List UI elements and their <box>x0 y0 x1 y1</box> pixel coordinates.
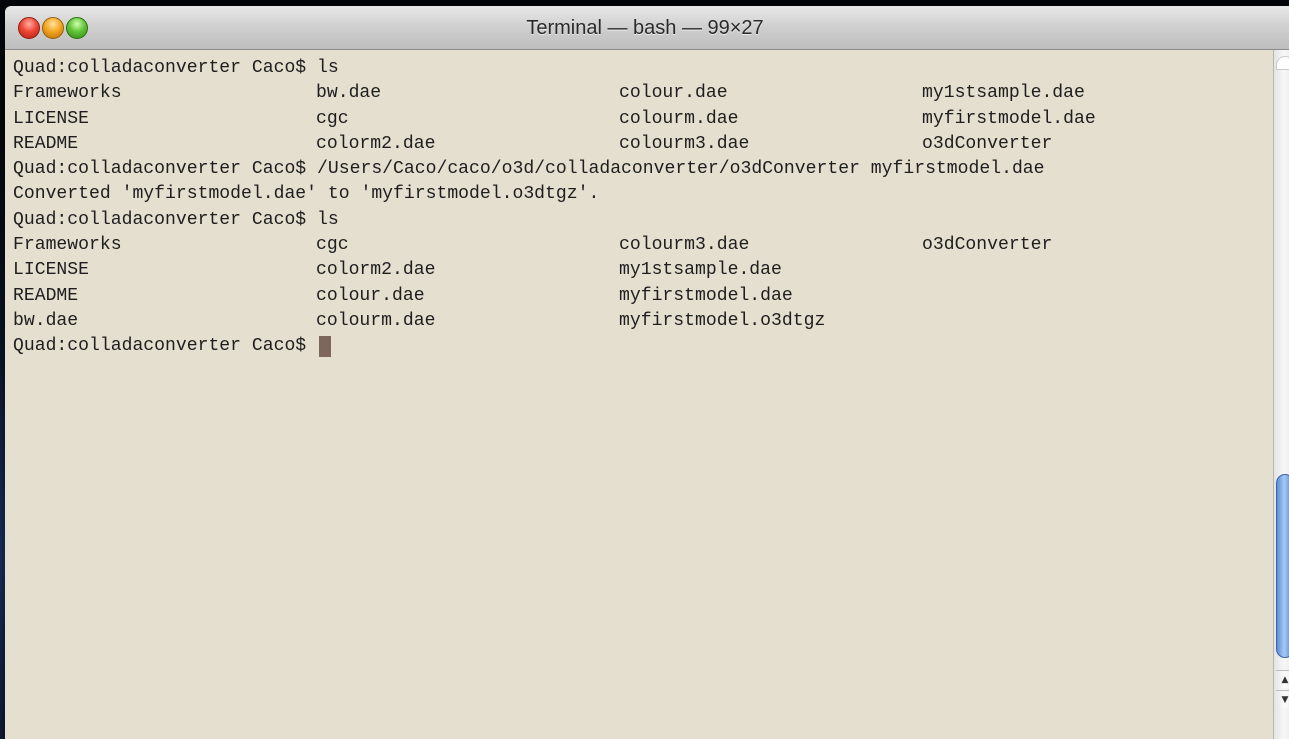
text-cursor <box>319 336 332 358</box>
vertical-scrollbar[interactable]: ▲ ▼ <box>1273 50 1289 739</box>
terminal-line: Quad:colladaconverter Caco$ ls <box>13 58 339 78</box>
terminal-line: Quad:colladaconverter Caco$ ls <box>13 209 339 230</box>
command-prompt-line[interactable]: Quad:colladaconverter Caco$ <box>13 334 1273 359</box>
ls-output-row: README colour.dae myfirstmodel.dae <box>13 284 1273 309</box>
ls-output-file: LICENSE <box>13 260 90 281</box>
ls-output-file: colourm3.dae <box>619 133 750 154</box>
ls-output-row: README colorm2.dae colourm3.dae o3dConverte… <box>13 132 1273 157</box>
ls-output-file <box>922 309 1225 334</box>
scrollbar-thumb[interactable] <box>1276 474 1289 658</box>
ls-output-file: o3dConverter <box>922 133 1053 154</box>
ls-output-file <box>922 284 1225 309</box>
terminal-line: Quad:colladaconverter Caco$ /Users/Caco/… <box>13 159 1045 180</box>
ls-output-file: Frameworks <box>13 235 122 256</box>
terminal-output[interactable]: Quad:colladaconverter Caco$ ls Frameworks… <box>5 50 1273 739</box>
window-title: Terminal — bash — 99×27 <box>526 17 764 39</box>
ls-output-file: LICENSE <box>13 108 90 129</box>
ls-output-file: myfirstmodel.o3dtgz <box>619 310 826 331</box>
ls-output-file: colourm.dae <box>316 310 436 331</box>
ls-output-file: README <box>13 133 79 154</box>
scroll-down-arrow-icon[interactable]: ▼ <box>1276 690 1289 708</box>
ls-output-file: colorm2.dae <box>316 133 436 154</box>
ls-output-file <box>922 258 1225 283</box>
ls-output-file: Frameworks <box>13 83 122 104</box>
prompt-text: Quad:colladaconverter Caco$ <box>13 336 318 357</box>
ls-output-row: LICENSE colorm2.dae my1stsample.dae <box>13 258 1273 283</box>
ls-output-row: bw.dae colourm.dae myfirstmodel.o3dtgz <box>13 309 1273 334</box>
ls-output-file: colour.dae <box>316 285 425 306</box>
terminal-line: Converted 'myfirstmodel.dae' to 'myfirst… <box>13 184 600 205</box>
terminal-window: Terminal — bash — 99×27 Quad:colladaconv… <box>5 6 1289 739</box>
ls-output-file: cgc <box>316 235 349 256</box>
ls-output-file: bw.dae <box>13 310 79 331</box>
ls-output-file: bw.dae <box>316 83 382 104</box>
ls-output-row: LICENSE cgc colourm.dae myfirstmodel.dae <box>13 107 1273 132</box>
ls-output-row: Frameworks cgc colourm3.dae o3dConverter <box>13 233 1273 258</box>
ls-output-file: README <box>13 285 79 306</box>
ls-output-row: Frameworks bw.dae colour.dae my1stsample.da… <box>13 81 1273 106</box>
ls-output-file: colorm2.dae <box>316 260 436 281</box>
ls-output-file: myfirstmodel.dae <box>922 108 1096 129</box>
ls-output-file: colourm.dae <box>619 108 739 129</box>
title-bar[interactable]: Terminal — bash — 99×27 <box>5 6 1289 50</box>
ls-output-file: cgc <box>316 108 349 129</box>
ls-output-file: colour.dae <box>619 83 728 104</box>
scroll-up-arrow-icon[interactable]: ▲ <box>1276 670 1289 688</box>
ls-output-file: my1stsample.dae <box>922 83 1085 104</box>
ls-output-file: o3dConverter <box>922 235 1053 256</box>
ls-output-file: colourm3.dae <box>619 235 750 256</box>
scrollbar-track-top <box>1276 56 1289 70</box>
ls-output-file: myfirstmodel.dae <box>619 285 793 306</box>
ls-output-file: my1stsample.dae <box>619 260 782 281</box>
